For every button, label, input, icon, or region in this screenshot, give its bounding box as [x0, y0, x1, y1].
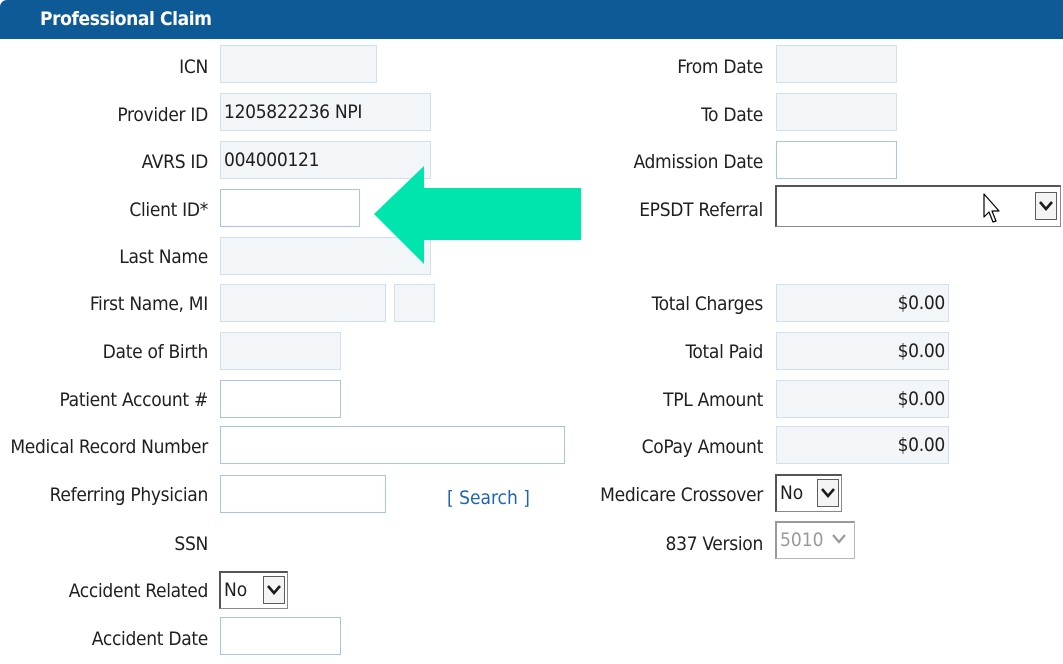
total-paid-label: Total Paid [685, 341, 763, 363]
copay-amount-field: $0.00 [776, 426, 949, 464]
copay-amount-label: CoPay Amount [641, 436, 764, 458]
accident-date-input[interactable] [220, 617, 341, 655]
total-paid-field: $0.00 [776, 332, 949, 370]
accident-related-label: Accident Related [68, 580, 209, 602]
search-link[interactable]: [ Search ] [447, 487, 530, 509]
mouse-pointer-icon [983, 193, 1000, 223]
patient-account-label: Patient Account # [59, 389, 209, 411]
version-837-select: 5010 [775, 521, 855, 559]
patient-account-input[interactable] [220, 380, 341, 418]
referring-physician-label: Referring Physician [49, 484, 209, 506]
tpl-amount-field: $0.00 [776, 380, 949, 418]
to-date-field [776, 93, 897, 131]
dob-field [220, 332, 341, 370]
version-837-label: 837 Version [665, 533, 764, 555]
middle-initial-field [394, 284, 435, 322]
epsdt-referral-label: EPSDT Referral [639, 199, 763, 221]
last-name-label: Last Name [119, 246, 208, 268]
avrs-id-label: AVRS ID [141, 151, 209, 173]
to-date-label: To Date [701, 104, 763, 126]
icn-label: ICN [179, 56, 208, 78]
accident-date-label: Accident Date [91, 628, 209, 650]
chevron-down-icon [829, 526, 851, 554]
chevron-down-icon[interactable] [263, 576, 285, 604]
provider-id-label: Provider ID [117, 104, 208, 126]
total-charges-label: Total Charges [651, 293, 764, 315]
tpl-amount-label: TPL Amount [663, 389, 763, 411]
from-date-field [776, 45, 897, 83]
medicare-crossover-select[interactable]: No [775, 474, 842, 512]
client-id-input[interactable] [220, 189, 360, 227]
medical-record-label: Medical Record Number [10, 436, 208, 458]
total-charges-field: $0.00 [776, 284, 949, 322]
epsdt-referral-select[interactable] [775, 185, 1061, 227]
client-id-label: Client ID* [129, 199, 208, 221]
first-name-label: First Name, MI [89, 293, 208, 315]
admission-date-label: Admission Date [633, 151, 763, 173]
first-name-field [220, 284, 386, 322]
referring-physician-input[interactable] [220, 475, 386, 513]
accident-related-select[interactable]: No [219, 571, 288, 609]
from-date-label: From Date [677, 56, 763, 78]
ssn-label: SSN [174, 533, 208, 555]
arrow-left-icon [374, 166, 581, 264]
provider-id-field: 1205822236 NPI [220, 93, 431, 131]
admission-date-input[interactable] [776, 141, 897, 179]
icn-field [220, 45, 377, 83]
accident-related-value: No [224, 579, 248, 601]
version-837-value: 5010 [780, 529, 824, 551]
chevron-down-icon[interactable] [1035, 192, 1057, 220]
chevron-down-icon[interactable] [817, 479, 839, 507]
dob-label: Date of Birth [102, 341, 209, 363]
medicare-crossover-value: No [780, 482, 804, 504]
medical-record-input[interactable] [220, 426, 565, 464]
page-title: Professional Claim [0, 0, 1063, 39]
medicare-crossover-label: Medicare Crossover [600, 484, 763, 506]
